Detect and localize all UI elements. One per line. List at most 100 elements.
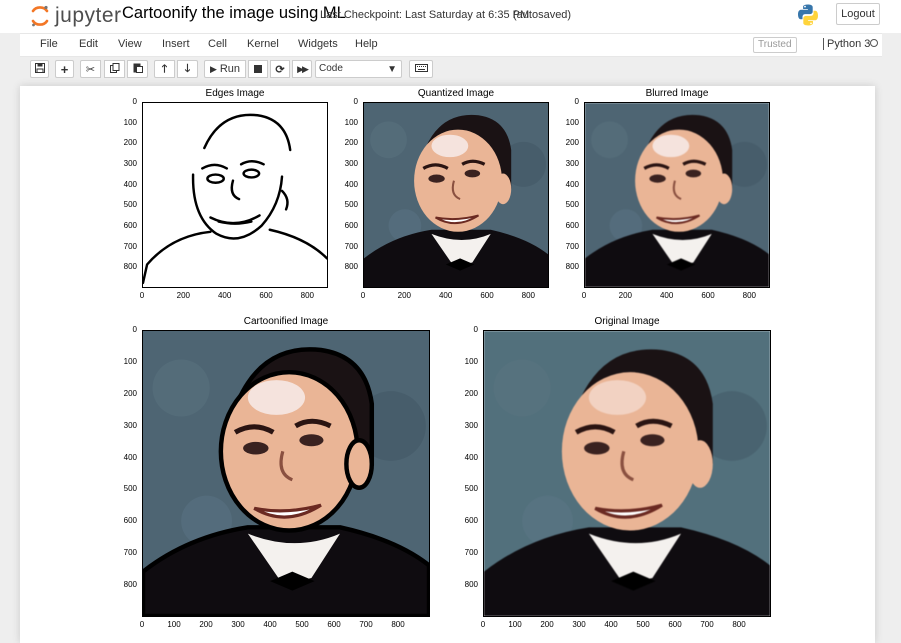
cut-button[interactable]: ✂ (80, 60, 101, 78)
subplot-title: Cartoonified Image (243, 316, 329, 327)
y-tick-label: 300 (464, 420, 478, 430)
x-tick-label: 700 (359, 620, 373, 629)
image-cartoon (142, 330, 430, 617)
command-palette-button[interactable] (409, 60, 433, 78)
menu-cell[interactable]: Cell (208, 38, 227, 50)
cell-type-value: Code (319, 63, 343, 74)
y-tick-label: 0 (473, 325, 478, 334)
menu-file[interactable]: File (40, 38, 58, 50)
menu-view[interactable]: View (118, 38, 142, 50)
notebook-title[interactable]: Cartoonify the image using ML (122, 4, 346, 23)
subplot-title: Edges Image (205, 88, 265, 99)
jupyter-logo-text: jupyter (55, 4, 122, 27)
y-tick-label: 300 (344, 159, 358, 168)
x-tick-label: 400 (604, 620, 618, 629)
menu-kernel[interactable]: Kernel (247, 38, 279, 50)
interrupt-button[interactable] (248, 60, 268, 78)
y-tick-label: 200 (123, 138, 137, 148)
subplot-title: Quantized Image (417, 88, 495, 99)
y-tick-label: 400 (123, 452, 137, 462)
kernel-status-icon (870, 39, 878, 47)
cell-type-select[interactable]: Code ▼ (315, 60, 402, 78)
keyboard-icon (414, 63, 428, 75)
arrow-up-icon: 🡑 (161, 62, 168, 75)
logout-button[interactable]: Logout (836, 3, 880, 25)
y-tick-label: 0 (574, 97, 579, 106)
fast-forward-icon: ▶▶ (297, 63, 309, 74)
x-tick-label: 100 (167, 620, 181, 629)
x-tick-label: 0 (360, 291, 366, 300)
x-tick-label: 800 (391, 620, 405, 629)
x-tick-label: 100 (508, 620, 522, 629)
x-tick-label: 300 (231, 620, 245, 629)
move-up-button[interactable]: 🡑 (154, 60, 175, 78)
x-tick-label: 400 (263, 620, 277, 629)
x-tick-label: 0 (139, 620, 145, 629)
x-tick-label: 200 (397, 291, 411, 300)
y-tick-label: 800 (344, 262, 358, 272)
y-tick-label: 300 (123, 159, 137, 168)
y-tick-label: 400 (344, 179, 358, 189)
y-tick-label: 800 (565, 262, 579, 272)
y-tick-label: 200 (565, 138, 579, 148)
x-tick-label: 200 (199, 620, 213, 629)
y-tick-label: 600 (123, 516, 137, 526)
restart-run-all-button[interactable]: ▶▶ (292, 60, 312, 78)
insert-cell-button[interactable]: + (55, 60, 74, 78)
x-tick-label: 600 (259, 291, 273, 300)
x-tick-label: 400 (438, 291, 453, 300)
x-tick-label: 500 (295, 620, 309, 629)
menu-edit[interactable]: Edit (79, 38, 98, 50)
move-down-button[interactable]: 🡓 (177, 60, 198, 78)
scissors-icon: ✂ (85, 63, 96, 76)
restart-icon: ⟳ (275, 63, 285, 76)
copy-button[interactable] (104, 60, 125, 78)
trusted-indicator[interactable]: Trusted (753, 37, 797, 53)
y-tick-label: 700 (123, 548, 137, 558)
menu-insert[interactable]: Insert (162, 38, 190, 50)
y-tick-label: 500 (344, 200, 358, 210)
x-tick-label: 800 (732, 620, 746, 629)
y-tick-label: 500 (123, 200, 137, 210)
x-tick-label: 600 (701, 291, 715, 300)
y-tick-label: 100 (123, 356, 137, 366)
y-tick-label: 600 (344, 221, 358, 230)
toolbar: + ✂ 🡑 🡓 ▶ Run ⟳ ▶▶ Code ▼ (0, 57, 901, 83)
x-tick-label: 200 (176, 291, 190, 300)
autosave-status: (autosaved) (513, 9, 572, 21)
y-tick-label: 100 (344, 117, 358, 127)
arrow-down-icon: 🡓 (184, 62, 191, 75)
y-tick-label: 200 (344, 138, 358, 148)
x-tick-label: 400 (217, 291, 232, 300)
y-tick-label: 400 (464, 452, 478, 462)
run-label: Run (219, 63, 241, 75)
menu-widgets[interactable]: Widgets (298, 38, 338, 50)
jupyter-logo[interactable]: jupyter (30, 4, 122, 27)
y-tick-label: 0 (353, 97, 358, 106)
subplot-title: Blurred Image (645, 88, 709, 99)
y-tick-label: 700 (464, 548, 478, 558)
y-tick-label: 600 (464, 516, 478, 526)
y-tick-label: 800 (123, 262, 137, 272)
x-tick-label: 300 (572, 620, 586, 629)
y-tick-label: 500 (464, 484, 478, 494)
header: jupyter Cartoonify the image using ML La… (0, 0, 901, 33)
y-tick-label: 400 (565, 179, 579, 189)
y-tick-label: 100 (123, 117, 137, 127)
paste-button[interactable] (127, 60, 148, 78)
y-tick-label: 400 (123, 179, 137, 189)
plus-icon: + (60, 61, 69, 77)
y-tick-label: 700 (344, 241, 358, 251)
menu-help[interactable]: Help (355, 38, 378, 50)
y-tick-label: 500 (565, 200, 579, 210)
y-tick-label: 300 (123, 420, 137, 430)
run-button[interactable]: ▶ Run (204, 60, 246, 78)
y-tick-label: 800 (464, 580, 478, 590)
x-tick-label: 0 (139, 291, 145, 300)
y-tick-label: 0 (132, 97, 137, 106)
subplot-title: Original Image (594, 316, 660, 327)
menubar: File Edit View Insert Cell Kernel Widget… (20, 33, 882, 57)
save-button[interactable] (30, 60, 49, 78)
restart-button[interactable]: ⟳ (270, 60, 290, 78)
x-tick-label: 700 (700, 620, 714, 629)
